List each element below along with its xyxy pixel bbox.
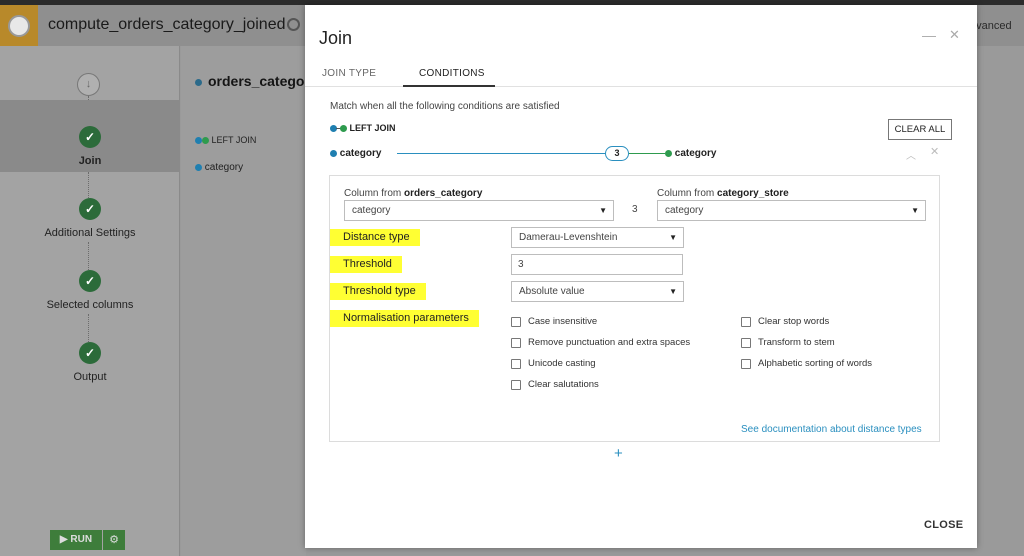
distance-type-label: Distance type (330, 229, 420, 246)
threshold-type-label: Threshold type (330, 283, 426, 300)
check-icon: ✓ (79, 342, 101, 364)
condition-left-column[interactable]: category (330, 148, 381, 159)
minimize-icon[interactable]: — (922, 27, 936, 43)
dropdown-caret-icon: ▼ (599, 206, 607, 215)
step-label: Output (73, 371, 107, 383)
join-editor-background (181, 46, 306, 556)
run-button[interactable]: ▶ RUN (50, 530, 102, 550)
close-icon[interactable]: ✕ (949, 27, 960, 43)
join-type-label: LEFT JOIN (349, 123, 396, 133)
distance-type-select[interactable]: Damerau-Levenshtein ▼ (511, 227, 684, 248)
threshold-type-select[interactable]: Absolute value ▼ (511, 281, 684, 302)
join-type-indicator[interactable]: LEFT JOIN (330, 123, 396, 133)
step-connector (88, 314, 89, 342)
step-join[interactable]: ✓ Join (0, 100, 180, 172)
remove-condition-icon[interactable]: ✕ (930, 145, 939, 158)
check-icon: ✓ (79, 126, 101, 148)
left-column-select[interactable]: category ▼ (344, 200, 614, 221)
checkbox[interactable] (511, 379, 521, 390)
step-label: Additional Settings (44, 227, 136, 239)
threshold-label: Threshold (330, 256, 402, 273)
threshold-input[interactable]: 3 (511, 254, 683, 275)
dropdown-caret-icon: ▼ (669, 287, 677, 296)
checkbox[interactable] (511, 337, 521, 348)
clear-all-button[interactable]: CLEAR ALL (888, 119, 952, 140)
condition-editor-panel: Column from orders_category Column from … (329, 175, 940, 442)
right-panel-background (976, 46, 1024, 556)
step-connector (88, 242, 89, 270)
match-threshold-value: 3 (632, 204, 638, 215)
run-label: RUN (70, 534, 93, 545)
option-clear-salutations[interactable]: Clear salutations (511, 379, 599, 390)
start-arrow-icon: ↓ (77, 73, 100, 96)
join-modal: Join — ✕ JOIN TYPE CONDITIONS Match when… (305, 5, 977, 548)
bg-dataset-name: orders_categor (195, 73, 310, 89)
normalisation-label: Normalisation parameters (330, 310, 479, 327)
condition-right-column[interactable]: category (665, 148, 716, 159)
steps-sidebar: ↓ ✓ Join ✓ Additional Settings ✓ Selecte… (0, 46, 180, 556)
step-selected-columns[interactable]: ✓ Selected columns (0, 270, 180, 311)
conditions-description: Match when all the following conditions … (330, 101, 560, 112)
checkbox[interactable] (741, 337, 751, 348)
checkbox[interactable] (741, 358, 751, 369)
edit-icon[interactable] (287, 18, 300, 31)
right-dataset-dot-icon (340, 125, 347, 133)
collapse-chevron-up-icon[interactable]: ︿ (906, 147, 916, 162)
step-label: Join (78, 155, 102, 167)
left-column-label: Column from orders_category (344, 188, 483, 199)
add-condition-button[interactable]: + (614, 445, 623, 462)
check-icon: ✓ (79, 198, 101, 220)
step-additional-settings[interactable]: ✓ Additional Settings (0, 198, 180, 239)
dropdown-caret-icon: ▼ (911, 206, 919, 215)
threshold-badge[interactable]: 3 (605, 146, 629, 161)
tab-conditions[interactable]: CONDITIONS (419, 68, 485, 79)
option-alphabetic-sorting[interactable]: Alphabetic sorting of words (741, 358, 872, 369)
recipe-logo[interactable] (0, 5, 38, 46)
option-unicode-casting[interactable]: Unicode casting (511, 358, 596, 369)
recipe-title[interactable]: compute_orders_category_joined (48, 16, 285, 34)
bg-join-type: LEFT JOIN (195, 135, 256, 145)
tab-join-type[interactable]: JOIN TYPE (322, 68, 376, 79)
condition-link-line (629, 153, 665, 154)
recipe-logo-icon (8, 15, 30, 37)
active-tab-indicator (403, 85, 495, 87)
run-settings-gear-icon[interactable]: ⚙ (103, 530, 125, 550)
option-transform-to-stem[interactable]: Transform to stem (741, 337, 835, 348)
checkbox[interactable] (511, 358, 521, 369)
checkbox[interactable] (511, 316, 521, 327)
option-case-insensitive[interactable]: Case insensitive (511, 316, 597, 327)
right-column-label: Column from category_store (657, 188, 789, 199)
modal-title: Join (319, 28, 353, 48)
modal-tabs: JOIN TYPE CONDITIONS (305, 63, 977, 87)
checkbox[interactable] (741, 316, 751, 327)
dropdown-caret-icon: ▼ (669, 233, 677, 242)
distance-types-doc-link[interactable]: See documentation about distance types (741, 424, 922, 435)
close-button[interactable]: CLOSE (924, 519, 963, 531)
check-icon: ✓ (79, 270, 101, 292)
option-clear-stop-words[interactable]: Clear stop words (741, 316, 829, 327)
step-connector (88, 172, 89, 198)
step-label: Selected columns (46, 299, 134, 311)
step-output[interactable]: ✓ Output (0, 342, 180, 383)
bg-column: category (195, 162, 243, 173)
option-remove-punctuation[interactable]: Remove punctuation and extra spaces (511, 337, 690, 348)
condition-link-line (397, 153, 605, 154)
right-column-select[interactable]: category ▼ (657, 200, 926, 221)
